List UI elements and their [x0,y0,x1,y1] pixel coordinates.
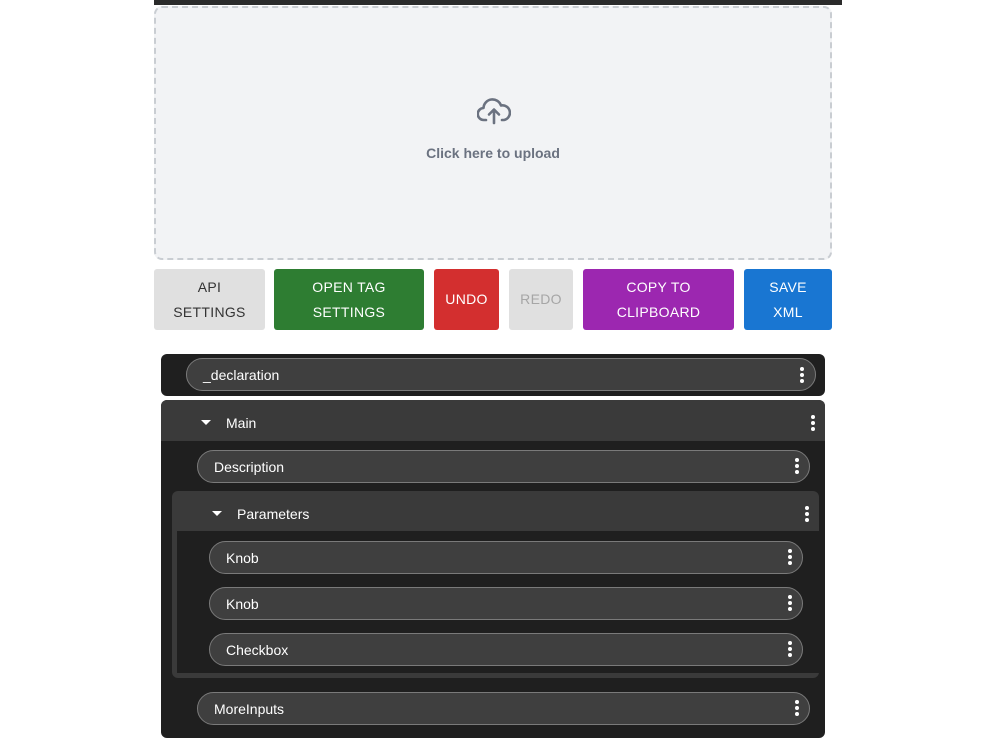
open-tag-settings-label-2: SETTINGS [312,303,386,320]
upload-dropzone[interactable]: Click here to upload [154,6,832,260]
description-node[interactable]: Description [197,450,810,483]
caret-down-icon[interactable] [201,420,211,425]
main-node-header[interactable]: Main [161,400,825,441]
declaration-node[interactable]: _declaration [186,358,816,391]
api-settings-button[interactable]: API SETTINGS [154,269,265,330]
save-xml-button[interactable]: SAVE XML [744,269,832,330]
knob-node[interactable]: Knob [209,541,803,574]
save-label-2: XML [773,303,803,320]
parameters-node-header[interactable]: Parameters [172,491,819,531]
redo-label: REDO [520,291,562,307]
checkbox-menu-icon[interactable] [788,641,792,657]
parameters-menu-icon[interactable] [805,506,809,522]
checkbox-node[interactable]: Checkbox [209,633,803,666]
top-bar [154,0,842,5]
knob-menu-icon[interactable] [788,595,792,611]
copy-to-clipboard-button[interactable]: COPY TO CLIPBOARD [583,269,734,330]
save-label-1: SAVE [769,278,807,295]
knob-menu-icon[interactable] [788,549,792,565]
parameters-label: Parameters [237,506,310,522]
knob-label: Knob [226,595,259,612]
redo-button[interactable]: REDO [509,269,573,330]
undo-button[interactable]: UNDO [434,269,499,330]
more-inputs-node[interactable]: MoreInputs [197,692,810,725]
cloud-upload-icon [477,98,511,125]
copy-label-1: COPY TO [626,278,691,295]
api-settings-label-2: SETTINGS [173,303,246,320]
knob-node[interactable]: Knob [209,587,803,620]
api-settings-label-1: API [197,278,222,295]
caret-down-icon[interactable] [212,511,222,516]
checkbox-label: Checkbox [226,641,289,658]
declaration-menu-icon[interactable] [800,367,804,383]
more-inputs-label: MoreInputs [214,700,285,717]
undo-label: UNDO [445,291,488,307]
description-menu-icon[interactable] [795,458,799,474]
description-label: Description [214,458,285,475]
main-label: Main [226,415,257,431]
declaration-label: _declaration [203,366,280,383]
open-tag-settings-button[interactable]: OPEN TAG SETTINGS [274,269,424,330]
open-tag-settings-label-1: OPEN TAG [312,278,386,295]
main-menu-icon[interactable] [811,415,815,431]
copy-label-2: CLIPBOARD [616,303,701,320]
knob-label: Knob [226,549,259,566]
more-inputs-menu-icon[interactable] [795,700,799,716]
upload-label: Click here to upload [426,145,560,161]
